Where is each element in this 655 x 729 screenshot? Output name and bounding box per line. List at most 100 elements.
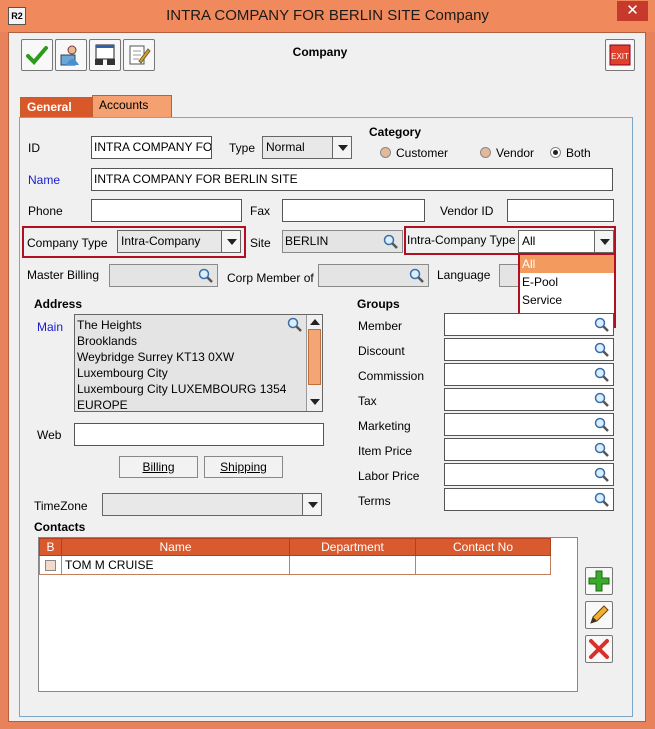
- billing-button[interactable]: Billing: [119, 456, 198, 478]
- layout-button[interactable]: [89, 39, 121, 71]
- dropdown-option-all[interactable]: All: [520, 255, 614, 273]
- search-icon[interactable]: [594, 467, 610, 483]
- column-header-department[interactable]: Department: [289, 538, 416, 556]
- edit-note-icon: [129, 45, 151, 65]
- web-label: Web: [37, 428, 62, 442]
- main-address-label[interactable]: Main: [37, 320, 63, 334]
- radio-both[interactable]: [550, 147, 561, 158]
- group-field-discount[interactable]: [444, 338, 614, 361]
- groups-section-label: Groups: [357, 297, 400, 311]
- column-header-b[interactable]: B: [39, 538, 62, 556]
- radio-vendor[interactable]: [480, 147, 491, 158]
- company-type-select[interactable]: Intra-Company: [117, 230, 241, 253]
- window-title: INTRA COMPANY FOR BERLIN SITE Company: [166, 7, 489, 24]
- group-label-labor-price: Labor Price: [358, 469, 420, 483]
- radio-customer-label: Customer: [396, 146, 449, 160]
- type-value: Normal: [266, 140, 305, 154]
- group-field-labor-price[interactable]: [444, 463, 614, 486]
- save-button[interactable]: [21, 39, 53, 71]
- edit-contact-button[interactable]: [585, 601, 613, 629]
- checkmark-icon: [26, 46, 48, 65]
- group-label-tax: Tax: [358, 394, 377, 408]
- exit-button[interactable]: EXIT: [605, 39, 635, 71]
- name-field[interactable]: INTRA COMPANY FOR BERLIN SITE: [91, 168, 613, 191]
- site-label: Site: [250, 236, 271, 250]
- search-icon[interactable]: [594, 317, 610, 333]
- vendor-id-label: Vendor ID: [440, 204, 494, 218]
- search-icon[interactable]: [594, 492, 610, 508]
- search-icon[interactable]: [594, 367, 610, 383]
- form-layout-icon: [95, 44, 115, 65]
- chevron-down-icon[interactable]: [221, 231, 240, 252]
- notes-button[interactable]: [123, 39, 155, 71]
- shipping-button[interactable]: Shipping: [204, 456, 283, 478]
- search-icon[interactable]: [594, 417, 610, 433]
- dropdown-option-service[interactable]: Service: [520, 291, 614, 309]
- column-header-name[interactable]: Name: [61, 538, 290, 556]
- id-field[interactable]: INTRA COMPANY FOI: [91, 136, 212, 159]
- address-scrollbar[interactable]: [306, 315, 322, 411]
- site-field[interactable]: BERLIN: [282, 230, 403, 253]
- chevron-down-icon[interactable]: [302, 494, 321, 515]
- group-label-commission: Commission: [358, 369, 425, 383]
- chevron-down-icon[interactable]: [332, 137, 351, 158]
- site-value: BERLIN: [285, 234, 329, 248]
- group-field-tax[interactable]: [444, 388, 614, 411]
- intra-type-select[interactable]: All: [518, 230, 614, 253]
- exit-icon: EXIT: [609, 44, 631, 66]
- intra-type-value: All: [522, 234, 536, 248]
- address-line: Weybridge Surrey KT13 0XW: [77, 350, 235, 364]
- address-section-label: Address: [34, 297, 83, 311]
- row-checkbox[interactable]: [45, 560, 56, 572]
- tab-general[interactable]: General: [20, 97, 92, 117]
- address-textarea[interactable]: The Heights Brooklands Weybridge Surrey …: [74, 314, 323, 412]
- web-field[interactable]: [74, 423, 324, 446]
- phone-field[interactable]: [91, 199, 242, 222]
- contact-number-cell: [415, 555, 551, 575]
- delete-x-icon: [589, 639, 609, 659]
- svg-text:EXIT: EXIT: [611, 52, 629, 61]
- group-field-terms[interactable]: [444, 488, 614, 511]
- search-icon[interactable]: [594, 342, 610, 358]
- radio-customer[interactable]: [380, 147, 391, 158]
- company-type-value: Intra-Company: [121, 234, 201, 248]
- company-type-label: Company Type: [27, 236, 108, 250]
- search-icon[interactable]: [287, 317, 303, 333]
- timezone-select[interactable]: [102, 493, 322, 516]
- type-label: Type: [229, 141, 256, 155]
- name-label[interactable]: Name: [28, 173, 60, 187]
- contact-name-cell: TOM M CRUISE: [61, 555, 290, 575]
- timezone-label: TimeZone: [34, 499, 88, 513]
- table-row[interactable]: TOM M CRUISE: [39, 555, 551, 575]
- close-button[interactable]: ✕: [617, 1, 648, 21]
- address-line: Luxembourg City: [77, 366, 168, 380]
- group-field-item-price[interactable]: [444, 438, 614, 461]
- search-icon[interactable]: [198, 268, 214, 284]
- master-billing-field[interactable]: [109, 264, 218, 287]
- chevron-down-icon[interactable]: [594, 231, 613, 252]
- tab-accounts[interactable]: Accounts: [92, 95, 172, 117]
- contact-department-cell: [289, 555, 416, 575]
- type-select[interactable]: Normal: [262, 136, 352, 159]
- phone-label: Phone: [28, 204, 63, 218]
- search-icon[interactable]: [383, 234, 399, 250]
- user-button[interactable]: [55, 39, 87, 71]
- page-title: Company: [292, 45, 348, 59]
- search-icon[interactable]: [409, 268, 425, 284]
- fax-field[interactable]: [282, 199, 425, 222]
- group-field-marketing[interactable]: [444, 413, 614, 436]
- delete-contact-button[interactable]: [585, 635, 613, 663]
- group-field-member[interactable]: [444, 313, 614, 336]
- vendor-id-field[interactable]: [507, 199, 614, 222]
- column-header-contact-no[interactable]: Contact No: [415, 538, 551, 556]
- add-contact-button[interactable]: [585, 567, 613, 595]
- search-icon[interactable]: [594, 442, 610, 458]
- group-label-marketing: Marketing: [358, 419, 411, 433]
- group-field-commission[interactable]: [444, 363, 614, 386]
- group-label-item-price: Item Price: [358, 444, 413, 458]
- corp-member-field[interactable]: [318, 264, 429, 287]
- address-line: The Heights: [77, 318, 142, 332]
- master-billing-label: Master Billing: [27, 268, 100, 282]
- dropdown-option-epool[interactable]: E-Pool: [520, 273, 614, 291]
- search-icon[interactable]: [594, 392, 610, 408]
